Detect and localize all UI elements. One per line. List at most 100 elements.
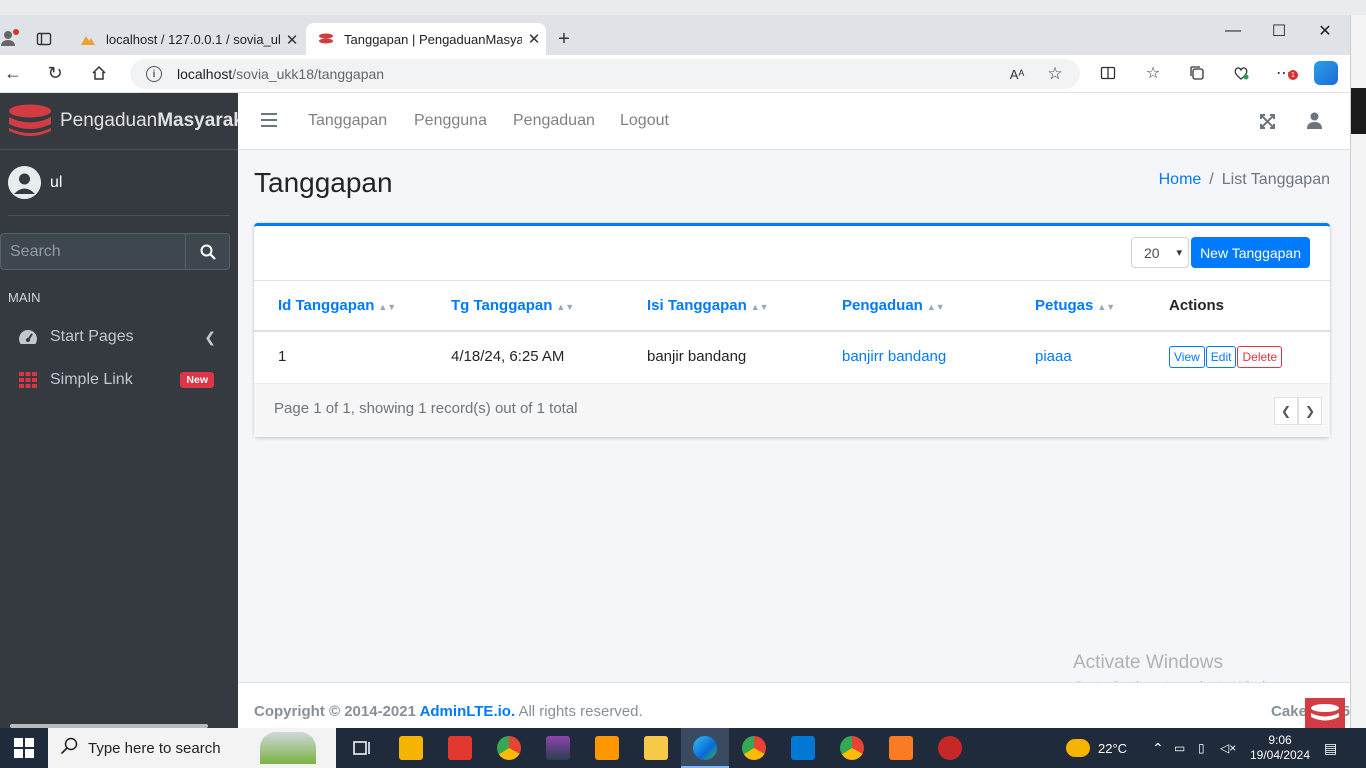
profile-icon[interactable] <box>0 26 20 50</box>
app-red-icon[interactable] <box>938 736 962 760</box>
breadcrumb: Home / List Tanggapan <box>1159 171 1330 189</box>
col-header-isi[interactable]: Isi Tanggapan ▲▼ <box>647 281 842 332</box>
minimize-icon[interactable]: — <box>1210 17 1256 45</box>
cell-tgl: 4/18/24, 6:25 AM <box>451 348 565 365</box>
vscode-icon[interactable] <box>791 736 815 760</box>
chrome-profile-icon[interactable] <box>742 736 766 760</box>
sidebar-item-simple-link[interactable]: Simple Link New <box>8 361 230 399</box>
cell-id: 1 <box>278 348 287 365</box>
col-header-tgl[interactable]: Tg Tanggapan ▲▼ <box>451 281 647 332</box>
page-title: Tanggapan <box>254 167 393 198</box>
weather-widget[interactable]: 22°C <box>1066 728 1127 768</box>
favorite-star-icon[interactable]: ☆ <box>1044 63 1066 85</box>
favorites-icon[interactable]: ☆ <box>1142 62 1164 84</box>
col-header-pengaduan[interactable]: Pengaduan ▲▼ <box>842 281 1035 332</box>
search-button[interactable] <box>185 233 230 270</box>
settings-more-icon[interactable]: ⋯ 1 <box>1272 62 1298 84</box>
clock-date: 19/04/2024 <box>1249 748 1311 762</box>
sidebar-search-input[interactable] <box>0 233 185 270</box>
address-bar-row: ← ↻ i localhost/sovia_ukk18/tanggapan Aᴬ… <box>0 55 1350 93</box>
view-button[interactable]: View <box>1169 345 1205 368</box>
wps-office-icon[interactable] <box>448 736 472 760</box>
chrome-secondary-icon[interactable] <box>840 736 864 760</box>
nav-link-logout[interactable]: Logout <box>620 112 669 130</box>
tab-actions-icon[interactable] <box>32 27 56 51</box>
refresh-icon[interactable]: ↻ <box>44 62 66 84</box>
chrome-icon[interactable] <box>497 736 521 760</box>
right-window-edge <box>1350 15 1366 728</box>
task-view-icon[interactable] <box>350 736 374 760</box>
tab-close-icon[interactable]: ✕ <box>522 30 546 48</box>
winrar-icon[interactable] <box>546 736 570 760</box>
home-icon[interactable] <box>88 62 110 84</box>
sidebar-item-label: Start Pages <box>50 328 134 345</box>
tab-title: Tanggapan | PengaduanMasyaral <box>344 31 522 47</box>
browser-essentials-icon[interactable] <box>1230 62 1252 84</box>
top-navbar: Tanggapan Pengguna Pengaduan Logout <box>238 93 1350 150</box>
page-limit-select[interactable]: 20 ▾ <box>1131 237 1189 268</box>
split-screen-icon[interactable] <box>1097 62 1119 84</box>
tab-title: localhost / 127.0.0.1 / sovia_ukk1 <box>106 32 280 47</box>
nav-link-pengguna[interactable]: Pengguna <box>414 112 487 130</box>
windows-start-icon[interactable] <box>14 738 34 758</box>
main-footer: Copyright © 2014-2021 AdminLTE.io. All r… <box>238 682 1350 728</box>
user-avatar-icon[interactable] <box>8 166 41 199</box>
network-icon[interactable]: ▭ <box>1174 728 1185 768</box>
user-menu-icon[interactable] <box>1307 112 1322 134</box>
hamburger-menu-icon[interactable] <box>261 113 277 132</box>
cell-petugas-link[interactable]: piaaa <box>1035 331 1169 381</box>
nav-link-pengaduan[interactable]: Pengaduan <box>513 112 595 130</box>
notifications-icon[interactable]: ▤ <box>1324 728 1337 768</box>
edit-button[interactable]: Edit <box>1205 345 1237 368</box>
maximize-icon[interactable]: ☐ <box>1256 17 1302 45</box>
edge-icon[interactable] <box>693 736 717 760</box>
back-icon[interactable]: ← <box>2 62 24 84</box>
tab-close-icon[interactable]: ✕ <box>280 31 304 49</box>
copilot-icon[interactable] <box>1314 61 1338 85</box>
xampp-icon[interactable] <box>889 736 913 760</box>
col-header-id[interactable]: Id Tanggapan ▲▼ <box>254 281 451 332</box>
tray-chevron-up-icon[interactable]: ⌃ <box>1152 728 1164 768</box>
battery-icon[interactable]: ▯ <box>1198 728 1205 768</box>
watermark-title: Activate Windows <box>1073 652 1223 673</box>
site-info-icon[interactable]: i <box>146 66 162 82</box>
notes-app-icon[interactable] <box>399 736 423 760</box>
taskbar-search-box[interactable]: Type here to search <box>48 728 336 768</box>
card-header: 20 ▾ New Tanggapan <box>254 226 1330 281</box>
cell-isi: banjir bandang <box>647 348 747 365</box>
brand-link[interactable]: PengaduanMasyaraka <box>0 93 238 150</box>
next-page-chevron-right-icon[interactable]: ❯ <box>1298 397 1322 425</box>
grid-icon <box>16 372 40 388</box>
breadcrumb-separator: / <box>1209 171 1214 188</box>
read-aloud-icon[interactable]: Aᴬ <box>1006 63 1028 85</box>
file-explorer-icon[interactable] <box>644 736 668 760</box>
col-header-actions: Actions <box>1169 281 1330 332</box>
new-tab-icon[interactable]: + <box>552 27 576 51</box>
fullscreen-icon[interactable] <box>1260 114 1275 134</box>
clock[interactable]: 9:06 19/04/2024 <box>1250 728 1310 768</box>
url-host: localhost <box>177 66 233 82</box>
user-panel: ul <box>8 150 230 216</box>
sublime-text-icon[interactable] <box>595 736 619 760</box>
volume-muted-icon[interactable]: ◁× <box>1220 728 1236 768</box>
nav-link-tanggapan[interactable]: Tanggapan <box>308 112 387 130</box>
adminlte-link[interactable]: AdminLTE.io. <box>420 703 516 720</box>
prev-page-chevron-left-icon[interactable]: ❮ <box>1274 397 1298 425</box>
breadcrumb-home-link[interactable]: Home <box>1159 171 1202 188</box>
copyright-suffix: All rights reserved. <box>515 703 643 720</box>
user-name[interactable]: ul <box>50 174 62 192</box>
tab-tanggapan[interactable]: Tanggapan | PengaduanMasyaral ✕ <box>306 23 546 55</box>
page-limit-value: 20 <box>1144 244 1160 261</box>
col-header-petugas[interactable]: Petugas ▲▼ <box>1035 281 1169 332</box>
sort-icon: ▲▼ <box>378 302 397 312</box>
new-tanggapan-button[interactable]: New Tanggapan <box>1191 237 1310 268</box>
clock-time: 9:06 <box>1268 733 1292 747</box>
omnibox[interactable]: i localhost/sovia_ukk18/tanggapan Aᴬ ☆ <box>130 59 1080 89</box>
sidebar-item-start-pages[interactable]: Start Pages ❮ <box>8 318 230 356</box>
cakephp-debug-icon[interactable] <box>1305 698 1345 728</box>
close-window-icon[interactable]: ✕ <box>1302 17 1348 45</box>
cell-pengaduan-link[interactable]: banjirr bandang <box>842 331 1035 381</box>
collections-icon[interactable] <box>1186 62 1208 84</box>
tab-phpmyadmin[interactable]: localhost / 127.0.0.1 / sovia_ukk1 ✕ <box>68 24 304 55</box>
delete-button[interactable]: Delete <box>1237 345 1283 368</box>
